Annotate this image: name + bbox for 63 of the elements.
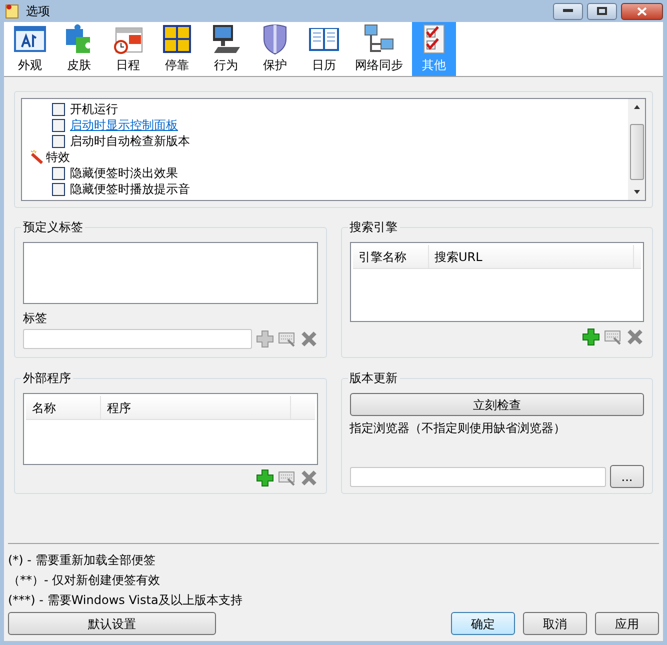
browser-path-field[interactable] (350, 466, 606, 486)
close-icon (637, 6, 647, 16)
group-title: 预定义标签 (21, 219, 85, 235)
maximize-button[interactable] (587, 2, 617, 20)
note-text: (***) - 需要Windows Vista及以上版本支持 (8, 592, 244, 609)
window-title: 选项 (26, 3, 50, 20)
computer-icon (210, 23, 242, 55)
column-header[interactable]: 名称 (26, 396, 101, 419)
minimize-button[interactable] (553, 2, 583, 20)
font-window-icon (14, 23, 46, 55)
grid-squares-icon (161, 23, 193, 55)
checkbox[interactable] (52, 134, 65, 148)
scrollbar[interactable] (628, 99, 645, 200)
checkbox[interactable] (52, 118, 65, 132)
toolbar-tab[interactable]: 皮肤 (57, 22, 101, 76)
toolbar-tab[interactable]: 保护 (253, 22, 297, 76)
edit-icon[interactable] (604, 328, 622, 346)
column-header[interactable]: 程序 (101, 396, 291, 419)
defaults-button[interactable]: 默认设置 (8, 612, 216, 635)
minimize-icon (563, 9, 573, 13)
group-title: 版本更新 (348, 370, 400, 386)
check-now-button[interactable]: 立刻检查 (350, 393, 644, 416)
option-group-label: 特效 (46, 149, 70, 166)
option-link[interactable]: 启动时显示控制面板 (70, 116, 178, 134)
delete-icon[interactable] (300, 330, 318, 348)
checkbox[interactable] (52, 166, 65, 180)
delete-icon[interactable] (626, 328, 644, 346)
scroll-thumb[interactable] (630, 124, 644, 180)
checkbox[interactable] (52, 182, 65, 196)
tag-input-field[interactable] (23, 329, 252, 349)
toolbar-tab[interactable]: 日历 (302, 22, 346, 76)
magic-wand-icon (30, 150, 44, 164)
toolbar-tab[interactable]: 日程 (106, 22, 150, 76)
browser-label: 指定浏览器（不指定则使用缺省浏览器） (350, 420, 566, 437)
note-text: (*) - 需要重新加载全部便签 (8, 552, 156, 569)
group-title: 搜索引擎 (348, 219, 400, 235)
column-header[interactable]: 搜索URL (428, 245, 634, 268)
network-icon (363, 23, 395, 55)
option-label[interactable]: 隐藏便签时淡出效果 (70, 164, 178, 182)
toolbar-tab[interactable]: 停靠 (155, 22, 199, 76)
toolbar-tab[interactable]: 外观 (8, 22, 52, 76)
toolbar-tab[interactable]: 网络同步 (351, 22, 407, 76)
edit-icon[interactable] (278, 469, 296, 487)
option-label[interactable]: 开机运行 (70, 100, 118, 118)
add-icon[interactable] (582, 328, 600, 346)
browse-button[interactable]: ... (610, 465, 644, 488)
delete-icon[interactable] (300, 469, 318, 487)
option-label[interactable]: 隐藏便签时播放提示音 (70, 180, 190, 198)
tag-label: 标签 (23, 310, 48, 326)
checkbox[interactable] (52, 102, 65, 116)
restore-icon (597, 7, 607, 15)
edit-icon[interactable] (278, 330, 296, 348)
apply-button[interactable]: 应用 (595, 612, 659, 635)
toolbar-tab[interactable]: 行为 (204, 22, 248, 76)
group-title: 外部程序 (21, 370, 73, 386)
close-button[interactable] (621, 2, 663, 20)
note-text: （**）- 仅对新创建便签有效 (8, 572, 162, 589)
column-header[interactable]: 引擎名称 (352, 245, 428, 268)
ok-button[interactable]: 确定 (451, 612, 515, 635)
notepad-icon (4, 3, 20, 19)
option-label[interactable]: 启动时自动检查新版本 (70, 132, 190, 150)
add-icon[interactable] (256, 469, 274, 487)
cancel-button[interactable]: 取消 (523, 612, 587, 635)
